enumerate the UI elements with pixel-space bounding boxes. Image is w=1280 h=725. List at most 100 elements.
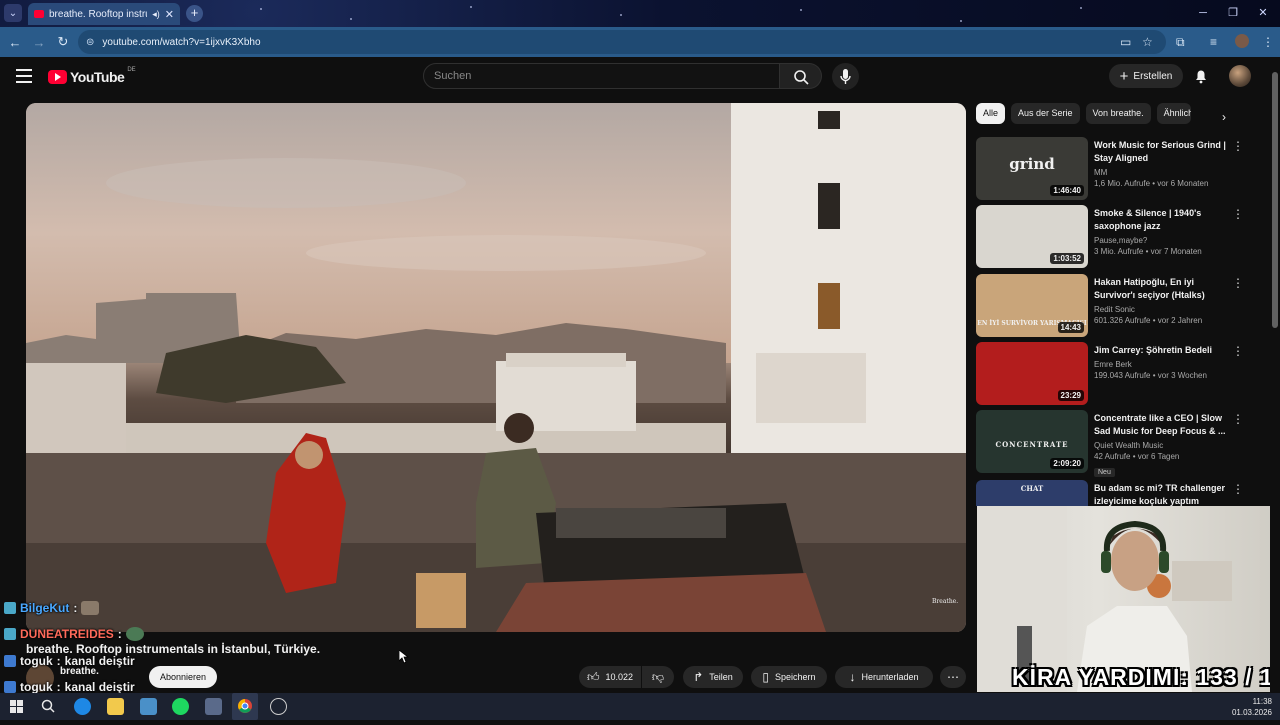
windows-start-icon[interactable] (8, 698, 25, 715)
recommendation-card[interactable]: EN İYİ SURVİVOR YARIŞMACISI 14:43 Hakan Ha… (976, 274, 1266, 338)
profile-avatar[interactable] (1235, 34, 1249, 48)
recommendation-title[interactable]: Bu adam sc mi? TR challenger izleyicime … (1094, 482, 1229, 506)
download-button[interactable]: ↓ Herunterladen (835, 666, 933, 688)
more-vertical-icon[interactable]: ⋮ (1232, 139, 1244, 153)
dislike-button[interactable]: 👎︎ (642, 666, 674, 688)
address-bar[interactable]: ⊜ youtube.com/watch?v=1ijxvK3Xbho (78, 30, 1166, 54)
scrollbar-thumb[interactable] (1272, 72, 1278, 328)
more-vertical-icon[interactable]: ⋮ (1232, 207, 1244, 221)
create-button[interactable]: + Erstellen (1109, 64, 1183, 88)
youtube-favicon-icon (34, 10, 44, 18)
voice-search-button[interactable] (832, 63, 859, 90)
share-button[interactable]: ↱ Teilen (683, 666, 743, 688)
recommendation-channel[interactable]: Emre Berk (1094, 360, 1229, 369)
account-avatar[interactable] (1229, 65, 1251, 87)
recommendation-channel[interactable]: Pause,maybe? (1094, 236, 1229, 245)
recommendation-card[interactable]: CONCENTRATE 2:09:20 Concentrate like a CEO… (976, 410, 1266, 477)
restore-button[interactable]: ❐ (1222, 5, 1244, 21)
video-thumbnail[interactable]: 1:03:52 (976, 205, 1088, 268)
recommendation-title[interactable]: Smoke & Silence | 1940's saxophone jazz (1094, 207, 1229, 233)
country-code: DE (127, 67, 136, 73)
taskbar-chrome-active[interactable] (232, 693, 258, 720)
microphone-icon (840, 69, 851, 84)
recommendation-title[interactable]: Work Music for Serious Grind | Stay Alig… (1094, 139, 1229, 165)
chat-badge-icon (4, 655, 16, 667)
new-tab-button[interactable]: + (186, 5, 203, 22)
chip-channel[interactable]: Von breathe. (1085, 103, 1151, 124)
recommendation-title[interactable]: Jim Carrey: Şöhretin Bedeli (1094, 344, 1229, 357)
notifications-button[interactable] (1192, 67, 1210, 85)
more-vertical-icon[interactable]: ⋮ (1232, 276, 1244, 290)
recommendation-meta: 3 Mio. Aufrufe • vor 7 Monaten (1094, 247, 1202, 256)
spotify-icon[interactable] (172, 698, 189, 715)
active-tab[interactable]: breathe. Rooftop instrumenta ◂) ✕ (28, 3, 180, 25)
chat-badge-icon (4, 602, 16, 614)
search-button[interactable] (780, 63, 822, 89)
recommendation-card[interactable]: CHAT Bu adam sc mi? TR challenger izleyic… (976, 480, 1266, 506)
chip-series[interactable]: Aus der Serie (1011, 103, 1080, 124)
search-icon[interactable] (40, 698, 57, 715)
recommendation-title[interactable]: Concentrate like a CEO | Slow Sad Music … (1094, 412, 1229, 438)
recommendation-channel[interactable]: Quiet Wealth Music (1094, 441, 1229, 450)
close-window-button[interactable]: ✕ (1252, 5, 1274, 21)
chat-separator: : (73, 601, 78, 615)
minimize-button[interactable]: ─ (1192, 5, 1214, 21)
bookmark-star-icon[interactable]: ☆ (1142, 35, 1153, 49)
chat-badge-icon (4, 628, 16, 640)
system-clock[interactable]: 11:38 01.03.2026 (1232, 696, 1272, 718)
chat-username: toguk (20, 654, 53, 668)
edge-icon[interactable] (74, 698, 91, 715)
more-vertical-icon[interactable]: ⋮ (1232, 482, 1244, 496)
recommendation-meta: 1,6 Mio. Aufrufe • vor 6 Monaten (1094, 179, 1209, 188)
site-info-icon[interactable]: ⊜ (86, 37, 94, 48)
like-button[interactable]: 👍︎ 10.022 (579, 666, 641, 688)
obs-icon[interactable] (270, 698, 287, 715)
more-vertical-icon[interactable]: ⋮ (1232, 344, 1244, 358)
video-thumbnail[interactable]: grind 1:46:40 (976, 137, 1088, 200)
recommendation-card[interactable]: 23:29 Jim Carrey: Şöhretin Bedeli Emre Ber… (976, 342, 1266, 406)
chevron-right-icon[interactable]: › (1222, 110, 1226, 124)
back-icon[interactable]: ← (3, 35, 27, 50)
photos-icon[interactable] (140, 698, 157, 715)
browser-menu-icon[interactable]: ⋮ (1262, 35, 1274, 49)
like-count: 10.022 (605, 672, 634, 682)
recommendation-card[interactable]: grind 1:46:40 Work Music for Serious Grind… (976, 137, 1266, 201)
reload-icon[interactable]: ↻ (51, 34, 75, 50)
chat-username: DUNEATREIDES (20, 627, 114, 641)
recommendation-info: Jim Carrey: Şöhretin Bedeli Emre Berk 199.… (1094, 344, 1229, 380)
new-badge: Neu (1094, 468, 1115, 477)
video-thumbnail[interactable]: CONCENTRATE 2:09:20 (976, 410, 1088, 473)
forward-icon[interactable]: → (27, 35, 51, 50)
video-player[interactable]: Breathe. (26, 103, 966, 632)
reading-list-icon[interactable]: ≡ (1210, 35, 1217, 49)
duration-badge: 23:29 (1057, 390, 1084, 401)
video-thumbnail[interactable]: CHAT (976, 480, 1088, 506)
recommendation-channel[interactable]: MM (1094, 168, 1229, 177)
tab-search-button[interactable]: ⌄ (4, 4, 22, 22)
more-vertical-icon[interactable]: ⋮ (1232, 412, 1244, 426)
youtube-logo[interactable]: YouTube DE (48, 67, 136, 85)
video-thumbnail[interactable]: 23:29 (976, 342, 1088, 405)
chip-related[interactable]: Ähnlich (1156, 103, 1191, 124)
duration-badge: 1:03:52 (1050, 253, 1084, 264)
file-explorer-icon[interactable] (107, 698, 124, 715)
save-label: Speichern (775, 672, 816, 682)
cast-icon[interactable]: ▭ (1120, 35, 1131, 49)
save-button[interactable]: ▯ Speichern (751, 666, 827, 688)
more-actions-button[interactable]: ⋯ (940, 666, 966, 688)
search-input[interactable]: Suchen (423, 63, 780, 89)
recommendation-card[interactable]: 1:03:52 Smoke & Silence | 1940's saxophon… (976, 205, 1266, 269)
extensions-icon[interactable]: ⧉ (1176, 35, 1185, 50)
recommendation-title[interactable]: Hakan Hatipoğlu, En iyi Survivor'ı seçiy… (1094, 276, 1229, 302)
chat-text: kanal deiştir (64, 680, 135, 694)
calculator-icon[interactable] (205, 698, 222, 715)
close-tab-icon[interactable]: ✕ (165, 8, 174, 21)
subscribe-button[interactable]: Abonnieren (149, 666, 217, 688)
recommendation-channel[interactable]: Redit Sonic (1094, 305, 1229, 314)
chip-all[interactable]: Alle (976, 103, 1006, 124)
video-thumbnail[interactable]: EN İYİ SURVİVOR YARIŞMACISI 14:43 (976, 274, 1088, 337)
duration-badge: 1:46:40 (1050, 185, 1084, 196)
chat-message: toguk : kanal deiştir (4, 680, 135, 694)
download-label: Herunterladen (861, 672, 919, 682)
guide-menu-icon[interactable] (16, 69, 32, 87)
